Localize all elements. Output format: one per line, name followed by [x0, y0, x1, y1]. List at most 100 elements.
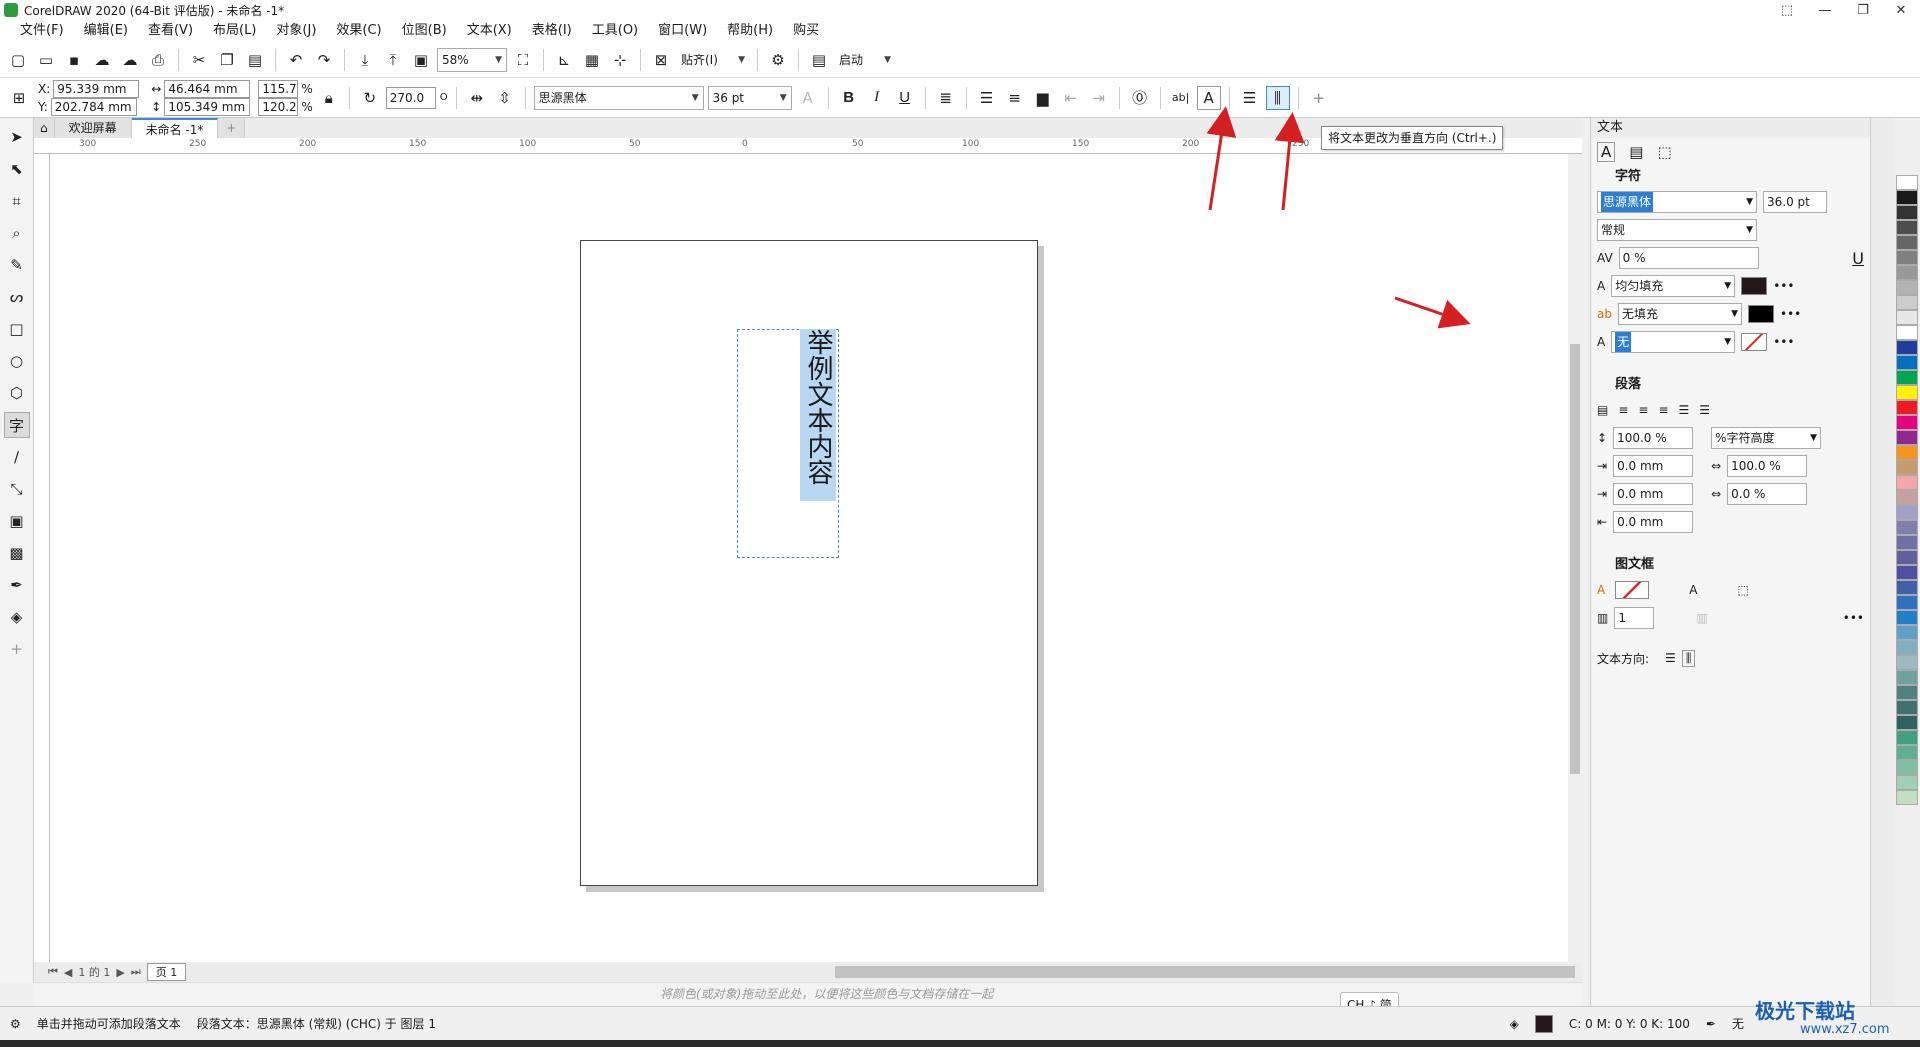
menu-bitmaps[interactable]: 位图(B)	[392, 20, 457, 42]
crop-tool-icon[interactable]: ⌗	[4, 188, 30, 214]
opentype-icon[interactable]: ⓪	[1128, 86, 1152, 110]
numbered-list-icon[interactable]: ≡	[1003, 86, 1027, 110]
menu-window[interactable]: 窗口(W)	[648, 20, 717, 42]
fill-type-select[interactable]: 均匀填充 ▼	[1611, 275, 1736, 297]
increase-indent-icon[interactable]: ⇥	[1087, 86, 1111, 110]
align-force-justify-icon[interactable]: ☰	[1699, 403, 1710, 417]
character-spacing-input[interactable]: 100.0 %	[1727, 455, 1808, 477]
palette-color-swatch[interactable]	[1896, 340, 1918, 355]
menu-edit[interactable]: 编辑(E)	[74, 20, 138, 42]
mirror-horizontal-icon[interactable]: ⇹	[465, 86, 489, 110]
palette-color-swatch[interactable]	[1896, 565, 1918, 580]
palette-color-swatch[interactable]	[1896, 400, 1918, 415]
mirror-vertical-icon[interactable]: ⇳	[493, 86, 517, 110]
new-document-icon[interactable]: ▢	[6, 48, 30, 72]
palette-color-swatch[interactable]	[1896, 640, 1918, 655]
palette-color-swatch[interactable]	[1896, 610, 1918, 625]
palette-color-swatch[interactable]	[1896, 265, 1918, 280]
restore-icon[interactable]: ⬚	[1768, 0, 1806, 20]
lock-ratio-icon[interactable]: 🔒︎	[317, 86, 341, 110]
more-options-icon[interactable]: •••	[1773, 335, 1794, 349]
pick-tool-icon[interactable]: ➤	[4, 124, 30, 150]
palette-color-swatch[interactable]	[1896, 370, 1918, 385]
decrease-indent-icon[interactable]: ⇤	[1059, 86, 1083, 110]
palette-color-swatch[interactable]	[1896, 580, 1918, 595]
menu-object[interactable]: 对象(J)	[266, 20, 326, 42]
font-preview-icon[interactable]: A	[796, 86, 820, 110]
palette-color-swatch[interactable]	[1896, 550, 1918, 565]
object-origin-icon[interactable]: ⊞	[4, 86, 34, 110]
palette-color-swatch[interactable]	[1896, 325, 1918, 340]
page-tab[interactable]: 页 1	[146, 963, 187, 981]
frame-size-icon[interactable]: ⬚	[1737, 583, 1748, 597]
show-guidelines-icon[interactable]: ⊹	[608, 48, 632, 72]
text-tool-icon[interactable]: 字	[3, 412, 30, 438]
x-position-input[interactable]: 95.339 mm	[53, 79, 140, 98]
first-line-indent-input[interactable]: 0.0 mm	[1613, 483, 1694, 505]
cloud-download-icon[interactable]: ☁	[90, 48, 114, 72]
prev-page-icon[interactable]: ◀	[64, 966, 72, 979]
frame-section-header[interactable]: 图文框	[1591, 554, 1870, 576]
add-tab-icon[interactable]: +	[218, 118, 246, 138]
transparency-tool-icon[interactable]: ▩	[4, 540, 30, 566]
palette-color-swatch[interactable]	[1896, 460, 1918, 475]
drop-cap-icon[interactable]: ▆	[1031, 86, 1055, 110]
menu-help[interactable]: 帮助(H)	[717, 20, 783, 42]
frame-tab-icon[interactable]: ⬚	[1657, 143, 1671, 161]
palette-color-swatch[interactable]	[1896, 415, 1918, 430]
menu-tools[interactable]: 工具(O)	[582, 20, 648, 42]
menu-layout[interactable]: 布局(L)	[203, 20, 266, 42]
height-input[interactable]: 105.349 mm	[164, 97, 251, 116]
palette-color-swatch[interactable]	[1896, 475, 1918, 490]
menu-text[interactable]: 文本(X)	[457, 20, 522, 42]
palette-color-swatch[interactable]	[1896, 175, 1918, 190]
save-icon[interactable]: ▪	[62, 48, 86, 72]
settings-gear-icon[interactable]: ⚙	[10, 1017, 21, 1031]
cloud-upload-icon[interactable]: ☁	[118, 48, 142, 72]
horizontal-scrollbar-thumb[interactable]	[835, 966, 1575, 978]
palette-color-swatch[interactable]	[1896, 385, 1918, 400]
palette-color-swatch[interactable]	[1896, 445, 1918, 460]
palette-color-swatch[interactable]	[1896, 205, 1918, 220]
add-tool-icon[interactable]: +	[4, 636, 30, 662]
tab-welcome-screen[interactable]: 欢迎屏幕	[54, 118, 132, 138]
character-tab-icon[interactable]: A	[1597, 142, 1616, 162]
palette-color-swatch[interactable]	[1896, 625, 1918, 640]
align-right-icon[interactable]: ≡	[1658, 403, 1668, 417]
palette-color-swatch[interactable]	[1896, 280, 1918, 295]
fill-color-swatch[interactable]	[1534, 1014, 1553, 1033]
zoom-tool-icon[interactable]: ⌕	[4, 220, 30, 246]
line-spacing-input[interactable]: 100.0 %	[1613, 427, 1694, 449]
rectangle-tool-icon[interactable]: □	[4, 316, 30, 342]
palette-color-swatch[interactable]	[1896, 790, 1918, 805]
palette-color-swatch[interactable]	[1896, 505, 1918, 520]
polygon-tool-icon[interactable]: ⬡	[4, 380, 30, 406]
palette-color-swatch[interactable]	[1896, 490, 1918, 505]
publish-pdf-icon[interactable]: ▣	[409, 48, 433, 72]
panel-font-select[interactable]: 思源黑体 ▼	[1597, 191, 1757, 213]
palette-color-swatch[interactable]	[1896, 430, 1918, 445]
ellipse-tool-icon[interactable]: ○	[4, 348, 30, 374]
zoom-level-select[interactable]: 58% ▼	[437, 47, 507, 72]
palette-color-swatch[interactable]	[1896, 700, 1918, 715]
more-options-icon[interactable]: •••	[1780, 307, 1801, 321]
font-family-select[interactable]: 思源黑体 ▼	[533, 85, 704, 110]
italic-button[interactable]: I	[865, 86, 889, 110]
background-fill-select[interactable]: 无填充 ▼	[1617, 303, 1742, 325]
right-indent-input[interactable]: 0.0 mm	[1613, 511, 1694, 533]
column-settings-icon[interactable]: ▥	[1696, 611, 1707, 625]
launch-icon[interactable]: ▤	[807, 48, 831, 72]
palette-color-swatch[interactable]	[1896, 235, 1918, 250]
import-icon[interactable]: ⤓	[353, 48, 377, 72]
background-color-swatch[interactable]	[1747, 305, 1774, 323]
shape-tool-icon[interactable]: ⬉	[4, 156, 30, 182]
paste-icon[interactable]: ▤	[243, 48, 267, 72]
spacing-unit-select[interactable]: %字符高度 ▼	[1711, 427, 1822, 449]
eyedropper-tool-icon[interactable]: ✒	[4, 572, 30, 598]
close-button[interactable]: ✕	[1882, 0, 1920, 20]
connector-tool-icon[interactable]: ⤡	[4, 476, 30, 502]
vertical-text-content[interactable]: 举例文本内容	[800, 329, 836, 501]
align-left-icon[interactable]: ≡	[1618, 403, 1628, 417]
snap-off-icon[interactable]: ⊠	[649, 48, 673, 72]
vertical-direction-icon[interactable]: ⫼	[1681, 649, 1696, 667]
